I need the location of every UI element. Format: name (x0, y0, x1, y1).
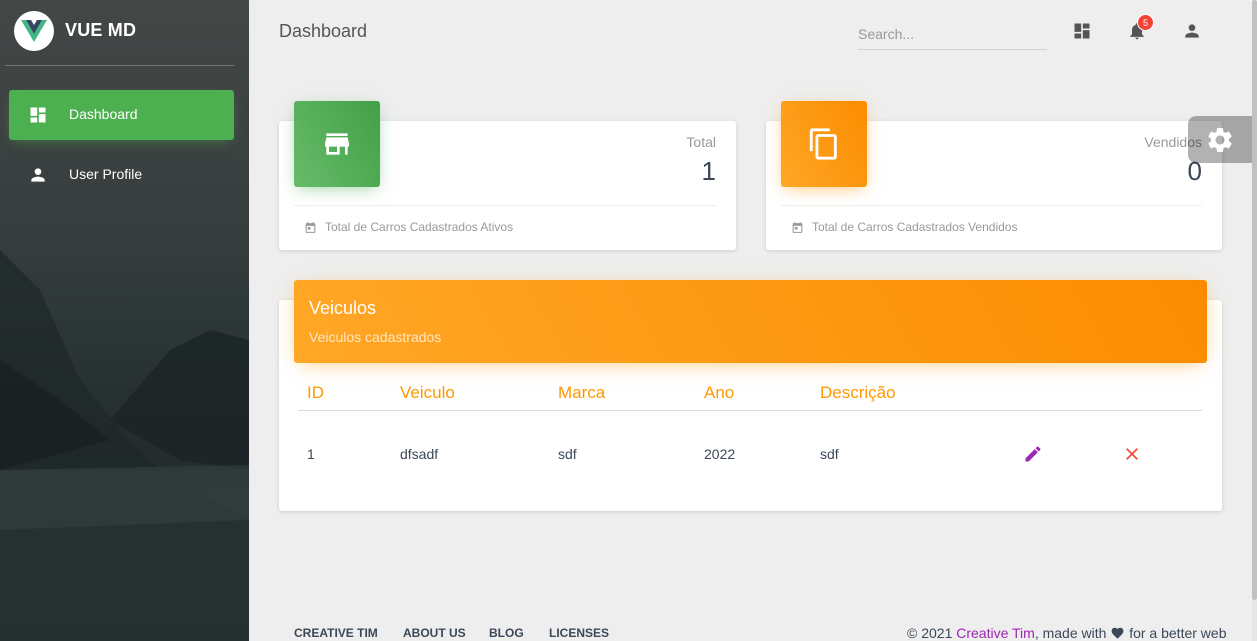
calendar-icon (305, 221, 316, 233)
sidebar-item-dashboard[interactable]: Dashboard (9, 90, 234, 140)
page-scrollbar[interactable] (1252, 0, 1257, 641)
stat-category: Total (686, 134, 716, 150)
delete-icon[interactable] (1122, 444, 1142, 464)
person-icon (31, 168, 45, 182)
scrollbar-thumb[interactable] (1252, 0, 1257, 600)
cell-ano: 2022 (704, 446, 736, 462)
brand-name: VUE MD (65, 20, 137, 40)
copyright-mid: , made with (1034, 625, 1111, 641)
copyright: © 2021 Creative Tim, made with for a bet… (907, 625, 1226, 641)
column-header-veiculo: Veiculo (400, 383, 455, 402)
stat-footer: Total de Carros Cadastrados Vendidos (791, 220, 1017, 234)
page-title: Dashboard (279, 21, 368, 41)
table-header: Veiculos Veiculos cadastrados (294, 280, 1207, 363)
stat-icon-box (294, 101, 380, 187)
vue-logo-icon (14, 11, 54, 51)
edit-icon[interactable] (1023, 444, 1043, 464)
sidebar-item-label: Dashboard (69, 106, 138, 122)
notification-badge: 5 (1137, 14, 1154, 31)
stat-divider (781, 205, 1202, 206)
column-header-marca: Marca (558, 383, 606, 402)
cell-descricao: sdf (820, 446, 839, 462)
settings-button[interactable] (1188, 116, 1252, 163)
copyright-brand-link[interactable]: Creative Tim (956, 625, 1035, 641)
dashboard-icon (30, 107, 46, 123)
cell-marca: sdf (558, 446, 577, 462)
column-header-descricao: Descrição (820, 383, 896, 402)
sidebar-item-user-profile[interactable]: User Profile (9, 150, 234, 200)
copyright-suffix: for a better web (1125, 625, 1227, 641)
brand[interactable]: VUE MD (0, 0, 249, 66)
footer-link-blog[interactable]: BLOG (489, 626, 524, 640)
copyright-prefix: © 2021 (907, 625, 957, 641)
stat-footer: Total de Carros Cadastrados Ativos (304, 220, 513, 234)
heart-icon (1111, 627, 1124, 639)
sidebar-divider (5, 65, 234, 66)
stat-icon-box (781, 101, 867, 187)
footer-link-about-us[interactable]: ABOUT US (403, 626, 466, 640)
stat-footer-text: Total de Carros Cadastrados Ativos (325, 220, 514, 234)
stat-footer-text: Total de Carros Cadastrados Vendidos (812, 220, 1018, 234)
stat-divider (294, 205, 716, 206)
store-icon (325, 133, 349, 155)
cell-veiculo: dfsadf (400, 446, 439, 462)
table-header-divider (298, 410, 1202, 411)
person-icon[interactable] (1182, 21, 1202, 41)
gear-icon (1208, 127, 1232, 152)
sidebar-item-label: User Profile (69, 166, 143, 182)
calendar-icon (792, 221, 803, 233)
search-input[interactable] (858, 18, 1047, 50)
sidebar: VUE MD Dashboard User Profile (0, 0, 249, 641)
column-header-id: ID (307, 383, 324, 402)
table-subtitle: Veiculos cadastrados (309, 329, 442, 345)
stat-value: 1 (701, 156, 716, 186)
footer-link-creative-tim[interactable]: CREATIVE TIM (294, 626, 378, 640)
column-header-ano: Ano (704, 383, 735, 402)
copy-icon (809, 128, 837, 160)
dashboard-icon[interactable] (1072, 21, 1092, 41)
table-title: Veiculos (309, 298, 377, 318)
cell-id: 1 (307, 446, 315, 462)
footer-link-licenses[interactable]: LICENSES (549, 626, 609, 640)
